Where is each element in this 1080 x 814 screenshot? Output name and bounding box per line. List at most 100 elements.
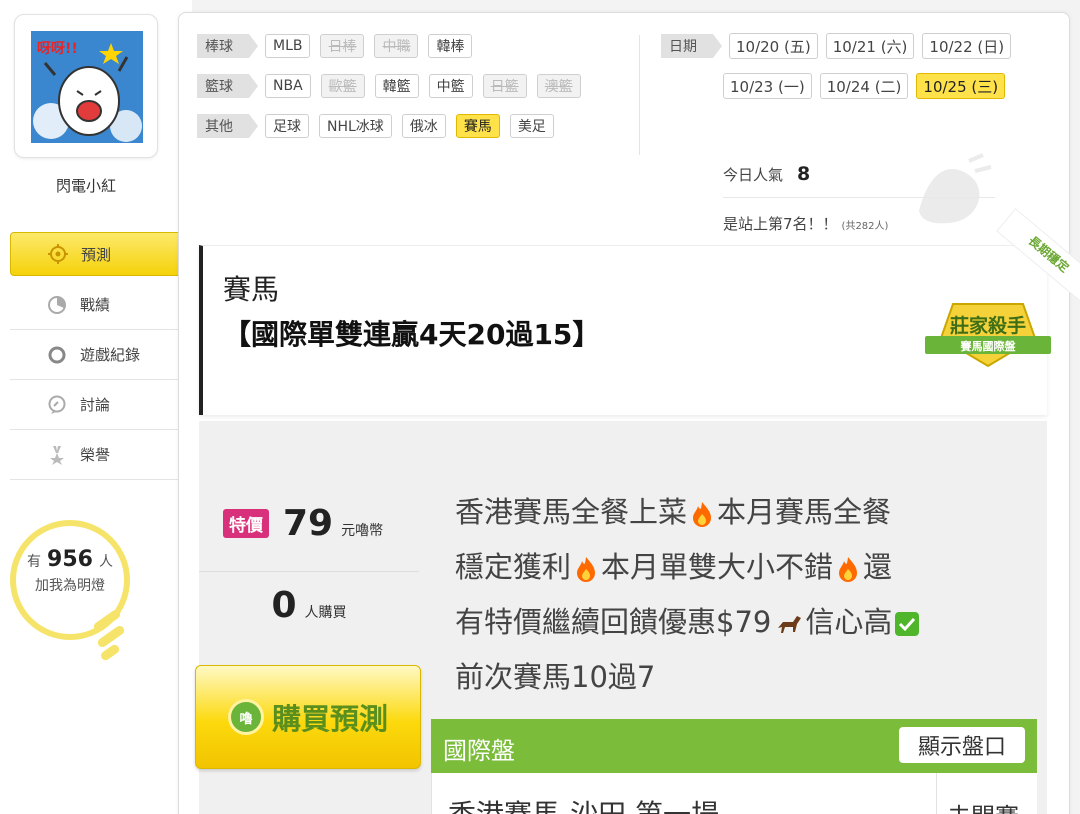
medal-icon	[46, 444, 68, 466]
filter-chip: 日籃	[482, 74, 527, 98]
popularity: 今日人氣 8	[723, 163, 810, 185]
currency: 元嚕幣	[341, 522, 384, 539]
page: 呀呀!! 閃電小紅 預測 戰績 遊戲紀錄 討論 榮譽 有 956 人 加我為明燈…	[0, 0, 1080, 814]
desc-text: 還	[863, 550, 893, 584]
date-filters: 日期 10/20 (五) 10/21 (六) 10/22 (日) 10/23 (一) 1…	[661, 33, 1019, 113]
post-title: 【國際單雙連贏4天20過15】	[223, 318, 601, 351]
divider	[723, 197, 995, 198]
nav-item-honor[interactable]: 榮譽	[10, 430, 186, 480]
nav-item-record[interactable]: 戰績	[10, 280, 186, 330]
description: 香港賽馬全餐上菜 本月賽馬全餐 穩定獲利 本月單雙大小不錯還 有特價繼續回饋優惠$7…	[455, 485, 1039, 705]
filter-head: 棒球	[197, 34, 258, 58]
target-icon	[47, 243, 69, 265]
popularity-label: 今日人氣	[723, 166, 784, 184]
nav-label: 榮譽	[80, 446, 111, 464]
rank-main: 是站上第7名！！	[723, 215, 838, 233]
nav-label: 戰績	[80, 296, 111, 314]
fire-icon	[693, 502, 712, 527]
purchase-area: 特價 79 元嚕幣 0 人購買 嚕 購買預測 香港賽馬全餐上菜 本月賽馬全餐 穩定獲…	[195, 421, 1047, 814]
filter-chip[interactable]: NBA	[265, 74, 311, 98]
divider	[639, 35, 640, 155]
filter-chip[interactable]: 俄冰	[401, 114, 446, 138]
date-head: 日期	[661, 34, 722, 58]
fans-cta: 加我為明燈	[35, 578, 105, 594]
filter-row: 籃球 NBA 歐籃 韓籃 中籃 日籃 澳籃	[197, 73, 637, 99]
avatar-card[interactable]: 呀呀!!	[14, 14, 158, 158]
coin-icon: 嚕	[227, 699, 264, 735]
post-title-panel: 賽馬 【國際單雙連贏4天20過15】 莊家殺手 賽馬國際盤 長期穩定	[199, 208, 1080, 415]
filter-chip: 中職	[374, 34, 419, 58]
desc-text: 有特價繼續回饋優惠$79	[455, 605, 772, 639]
market-label: 國際盤	[443, 737, 515, 765]
filter-chip[interactable]: 中籃	[428, 74, 473, 98]
post-category: 賽馬	[223, 273, 280, 306]
circle-icon	[46, 344, 68, 366]
date-chip[interactable]: 10/22 (日)	[922, 33, 1012, 59]
date-chip[interactable]: 10/21 (六)	[825, 33, 915, 59]
rank-text: 是站上第7名！！ (共282人)	[723, 213, 888, 234]
fans-count: 956	[47, 547, 93, 572]
bulb-base-icon	[88, 608, 126, 668]
fans-prefix: 有	[27, 554, 42, 570]
popularity-value: 8	[797, 163, 811, 185]
race-row: 香港賽馬-沙田 第一場 未開賽	[431, 773, 1037, 814]
date-chip[interactable]: 10/23 (一)	[723, 73, 812, 99]
filter-chip[interactable]: MLB	[265, 34, 311, 58]
date-chip[interactable]: 10/25 (三)	[916, 73, 1006, 99]
sport-filters: 棒球 MLB 日棒 中職 韓棒 籃球 NBA 歐籃 韓籃 中籃 日籃 澳籃 其他 足球 NHL冰球 俄冰 賽馬美…	[197, 33, 637, 153]
avatar-caption: 呀呀!!	[37, 41, 78, 57]
filter-chip[interactable]: 韓棒	[428, 34, 473, 58]
filter-chip[interactable]: 韓籃	[374, 74, 419, 98]
filter-chip[interactable]: NHL冰球	[319, 114, 392, 138]
special-price-tag: 特價	[223, 509, 269, 538]
main-panel: 棒球 MLB 日棒 中職 韓棒 籃球 NBA 歐籃 韓籃 中籃 日籃 澳籃 其他 足球 NHL冰球 俄冰 賽馬美…	[178, 12, 1080, 814]
rank-note: (共282人)	[841, 221, 889, 232]
nav-item-game-log[interactable]: 遊戲紀錄	[10, 330, 186, 380]
race-status: 未開賽	[936, 773, 1038, 814]
fire-icon	[839, 557, 858, 582]
date-chip[interactable]: 10/20 (五)	[729, 33, 818, 59]
check-icon	[895, 612, 920, 636]
desc-text: 本月賽馬全餐	[717, 495, 892, 529]
badge-sub: 賽馬國際盤	[960, 339, 1017, 353]
buy-prediction-button[interactable]: 嚕 購買預測	[195, 665, 421, 769]
nav-item-predict[interactable]: 預測	[10, 232, 199, 276]
horse-icon	[778, 616, 802, 633]
filter-head: 籃球	[197, 74, 258, 98]
left-sidebar: 呀呀!! 閃電小紅 預測 戰績 遊戲紀錄 討論 榮譽 有 956 人 加我為明燈	[0, 0, 199, 814]
price: 79	[283, 503, 334, 544]
buyers-suffix: 人購買	[304, 605, 347, 621]
nav-item-discussion[interactable]: 討論	[10, 380, 186, 430]
show-odds-button[interactable]: 顯示盤口	[899, 727, 1025, 763]
buy-label: 購買預測	[271, 702, 388, 736]
stable-ribbon: 長期穩定	[996, 208, 1080, 302]
filter-chip[interactable]: 美足	[509, 114, 554, 138]
chart-icon	[46, 294, 68, 316]
chat-icon	[46, 394, 68, 416]
filter-chip[interactable]: 足球	[265, 114, 309, 138]
filter-row: 其他 足球 NHL冰球 俄冰 賽馬 美足	[197, 113, 637, 139]
nav-label: 預測	[81, 245, 112, 264]
nickname[interactable]: 閃電小紅	[14, 175, 158, 196]
fire-icon	[577, 557, 596, 582]
desc-text: 信心高	[805, 605, 893, 639]
dealer-killer-badge: 莊家殺手 賽馬國際盤	[923, 298, 1053, 368]
desc-text: 香港賽馬全餐上菜	[455, 495, 688, 529]
filter-chip: 日棒	[320, 34, 365, 58]
desc-text: 本月單雙大小不錯	[601, 550, 834, 584]
fans-suffix: 人	[98, 554, 113, 570]
filter-chip: 澳籃	[536, 74, 581, 98]
watermark-logo-icon	[909, 151, 995, 231]
filter-chip[interactable]: 賽馬	[455, 114, 500, 138]
nav-label: 遊戲紀錄	[80, 346, 141, 364]
filter-chip: 歐籃	[320, 74, 365, 98]
divider	[199, 571, 419, 572]
buyers-count: 0 人購買	[199, 585, 419, 626]
price-row: 特價 79 元嚕幣	[223, 503, 383, 544]
desc-text: 穩定獲利	[455, 550, 572, 584]
avatar: 呀呀!!	[31, 31, 143, 143]
filter-row: 棒球 MLB 日棒 中職 韓棒	[197, 33, 637, 59]
fans-counter[interactable]: 有 956 人 加我為明燈	[16, 548, 124, 598]
desc-text: 前次賽馬10過7	[455, 660, 656, 694]
date-chip[interactable]: 10/24 (二)	[819, 73, 909, 99]
